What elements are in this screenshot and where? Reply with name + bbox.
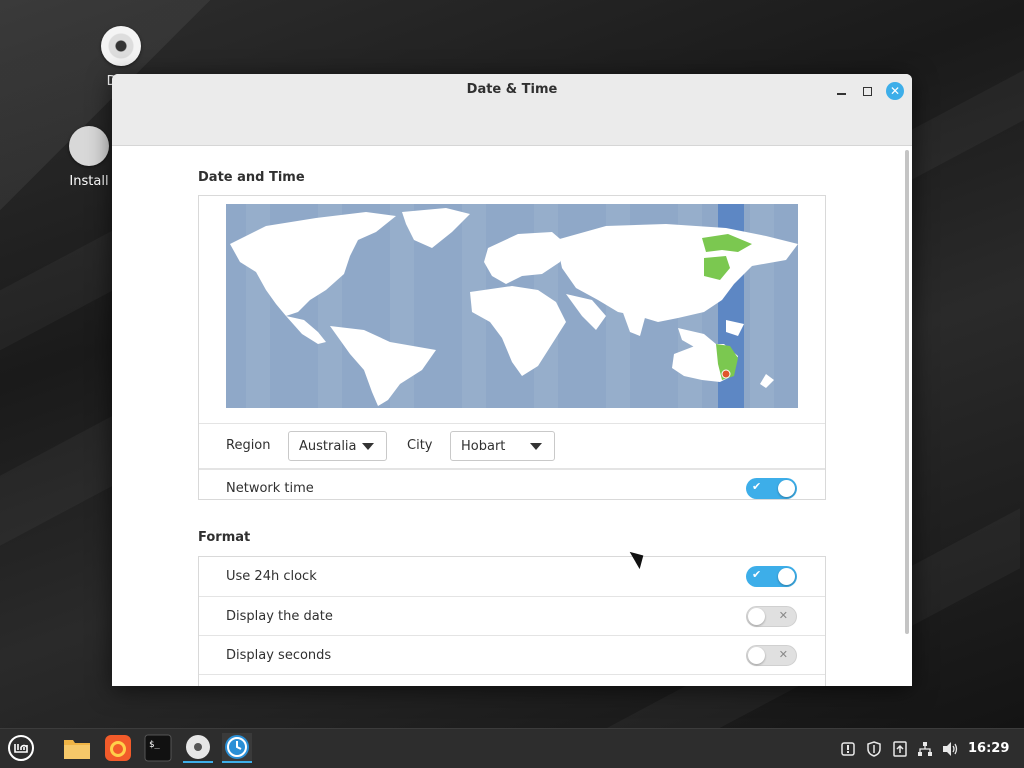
use-24h-clock-toggle[interactable]: ✔ <box>746 566 797 587</box>
maximize-icon <box>862 86 872 96</box>
check-icon: ✔ <box>752 568 762 581</box>
network-time-row: Network time ✔ <box>199 469 825 507</box>
use-24h-clock-label: Use 24h clock <box>226 569 317 584</box>
disc-icon <box>186 735 210 759</box>
network-time-toggle[interactable]: ✔ <box>746 478 797 499</box>
date-time-card: Region Australia City Hobart Network tim… <box>198 195 826 500</box>
minimize-button[interactable] <box>832 82 850 100</box>
network-time-label: Network time <box>226 481 314 496</box>
region-dropdown[interactable]: Australia <box>288 431 387 461</box>
world-map-svg <box>230 204 798 408</box>
taskbar: $_ 16:29 <box>0 728 1024 768</box>
vertical-scrollbar[interactable] <box>905 150 909 634</box>
menu-icon <box>8 735 34 761</box>
date-time-window: Date & Time ✕ Date and Time Region Austr… <box>112 74 912 686</box>
volume-button[interactable] <box>940 739 962 759</box>
toggle-knob <box>748 647 765 664</box>
display-date-row: Display the date ✕ <box>199 596 825 635</box>
clock[interactable]: 16:29 <box>968 741 1009 756</box>
display-seconds-label: Display seconds <box>226 647 332 663</box>
datetime-icon <box>225 735 249 759</box>
update-icon <box>893 741 907 757</box>
check-icon: ✔ <box>752 480 762 493</box>
x-icon: ✕ <box>778 648 788 661</box>
install-disc-icon <box>69 126 109 166</box>
dvd-disc-icon <box>101 26 141 66</box>
window-content: Date and Time Region Australia City Hoba… <box>112 146 912 686</box>
minimize-icon <box>836 93 846 95</box>
network-icon <box>918 742 932 756</box>
x-icon: ✕ <box>778 609 788 622</box>
firefox-button[interactable] <box>103 733 133 763</box>
use-24h-clock-row: Use 24h clock ✔ <box>199 557 825 596</box>
close-button[interactable]: ✕ <box>886 82 904 100</box>
city-dropdown[interactable]: Hobart <box>450 431 555 461</box>
files-icon <box>64 740 90 759</box>
chevron-down-icon <box>362 443 374 450</box>
files-button[interactable] <box>62 733 92 763</box>
region-label: Region <box>226 438 271 453</box>
svg-text:$_: $_ <box>149 740 160 750</box>
chevron-down-icon <box>530 443 542 450</box>
notification-button[interactable] <box>838 739 858 759</box>
window-titlebar[interactable]: Date & Time ✕ <box>112 74 912 146</box>
update-button[interactable] <box>890 739 910 759</box>
city-marker <box>721 369 731 379</box>
city-value: Hobart <box>461 438 506 454</box>
region-value: Australia <box>299 438 357 454</box>
network-button[interactable] <box>915 739 935 759</box>
display-seconds-row: Display seconds ✕ <box>199 635 825 674</box>
toggle-knob <box>778 568 795 585</box>
terminal-button[interactable]: $_ <box>143 733 173 763</box>
display-date-label: Display the date <box>226 608 333 624</box>
close-icon: ✕ <box>889 84 901 98</box>
format-card: Use 24h clock ✔ Display the date ✕ Displ… <box>198 556 826 686</box>
volume-icon <box>943 742 958 756</box>
shield-button[interactable] <box>864 739 884 759</box>
timezone-map-container <box>199 204 825 424</box>
display-date-toggle[interactable]: ✕ <box>746 606 797 627</box>
timezone-map[interactable] <box>226 204 798 408</box>
section-title-date-time: Date and Time <box>198 170 305 185</box>
shield-icon <box>867 741 881 757</box>
next-row-partial <box>199 674 825 686</box>
notification-icon <box>841 742 855 756</box>
display-seconds-toggle[interactable]: ✕ <box>746 645 797 666</box>
window-title: Date & Time <box>466 82 558 97</box>
city-label: City <box>407 438 433 453</box>
disc-button[interactable] <box>183 733 213 763</box>
terminal-icon: $_ <box>144 734 172 762</box>
toggle-knob <box>748 608 765 625</box>
section-title-format: Format <box>198 530 251 545</box>
datetime-button[interactable] <box>222 733 252 763</box>
maximize-button[interactable] <box>858 82 876 100</box>
toggle-knob <box>778 480 795 497</box>
region-city-row: Region Australia City Hobart <box>199 424 825 469</box>
firefox-icon <box>105 735 131 761</box>
menu-button[interactable] <box>6 733 36 763</box>
